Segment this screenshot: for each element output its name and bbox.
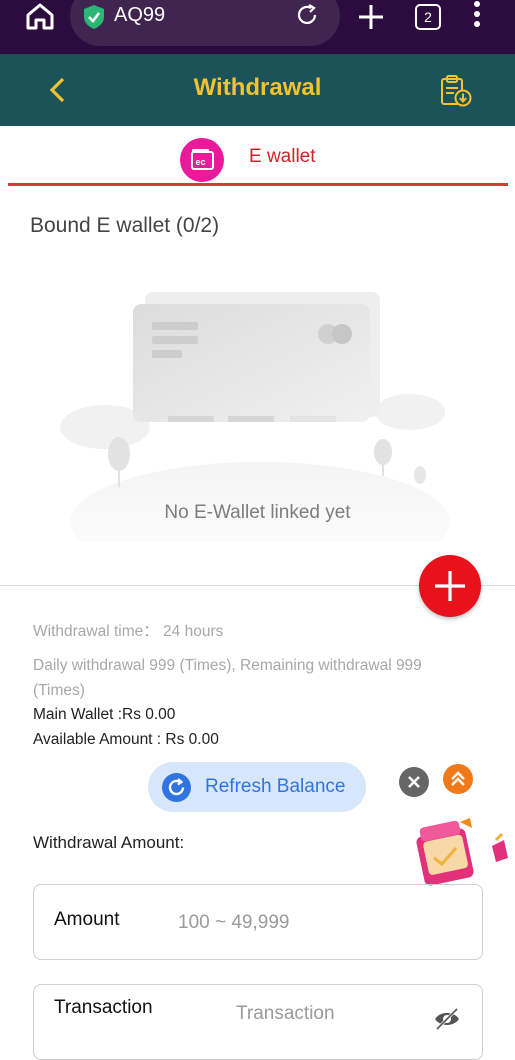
tabs-count-button[interactable]: 2 — [415, 4, 441, 30]
payment-method-tabs: ec E wallet — [0, 126, 515, 188]
home-button[interactable] — [22, 0, 58, 34]
scroll-top-button[interactable] — [443, 764, 473, 794]
withdrawal-time-text: Withdrawal time： 24 hours — [33, 623, 224, 640]
daily-withdrawal-text: Daily withdrawal 999 (Times), Remaining … — [33, 657, 422, 674]
tab-active-indicator — [8, 183, 508, 186]
new-tab-button[interactable] — [356, 2, 386, 37]
empty-state-text: No E-Wallet linked yet — [164, 502, 351, 523]
refresh-icon — [162, 773, 191, 802]
clipboard-download-icon — [441, 75, 472, 107]
main-wallet-balance: Main Wallet :Rs 0.00 — [33, 706, 176, 723]
tab-ewallet[interactable]: E wallet — [249, 146, 316, 168]
toggle-visibility-button[interactable] — [432, 1007, 462, 1036]
ewallet-icon-text: ec — [196, 157, 206, 167]
app-header: Withdrawal — [0, 54, 515, 126]
browser-menu-button[interactable] — [470, 0, 484, 35]
add-ewallet-button[interactable] — [419, 555, 481, 617]
plus-icon — [435, 571, 465, 601]
page-title: Withdrawal — [193, 74, 322, 101]
close-icon — [408, 776, 420, 788]
daily-withdrawal-text-cont: (Times) — [33, 682, 85, 699]
transaction-label: Transaction — [54, 997, 153, 1018]
address-bar[interactable]: AQ99 — [70, 0, 340, 46]
withdrawal-history-button[interactable] — [439, 74, 473, 113]
amount-label: Amount — [54, 909, 120, 930]
transaction-password-input[interactable] — [234, 998, 428, 1030]
amount-input[interactable] — [176, 907, 460, 939]
bound-ewallet-title: Bound E wallet (0/2) — [30, 214, 220, 237]
eye-off-icon — [435, 1007, 459, 1031]
close-float-button[interactable] — [399, 767, 429, 797]
refresh-balance-button[interactable]: Refresh Balance — [148, 762, 366, 812]
reload-icon[interactable] — [294, 2, 320, 28]
promo-gift-icon[interactable] — [412, 814, 515, 892]
home-icon — [26, 3, 54, 30]
browser-toolbar: AQ99 2 — [0, 0, 515, 54]
shield-check-icon — [84, 5, 104, 29]
refresh-balance-label: Refresh Balance — [205, 776, 346, 797]
more-vert-icon — [474, 1, 480, 27]
amount-field[interactable]: Amount — [33, 884, 483, 960]
double-chevron-up-icon — [451, 771, 465, 786]
available-amount: Available Amount : Rs 0.00 — [33, 731, 219, 748]
url-text: AQ99 — [114, 4, 166, 26]
transaction-field[interactable]: Transaction — [33, 984, 483, 1060]
plus-icon — [359, 5, 383, 29]
withdrawal-amount-label: Withdrawal Amount: — [33, 833, 185, 852]
ewallet-icon: ec — [180, 138, 224, 182]
